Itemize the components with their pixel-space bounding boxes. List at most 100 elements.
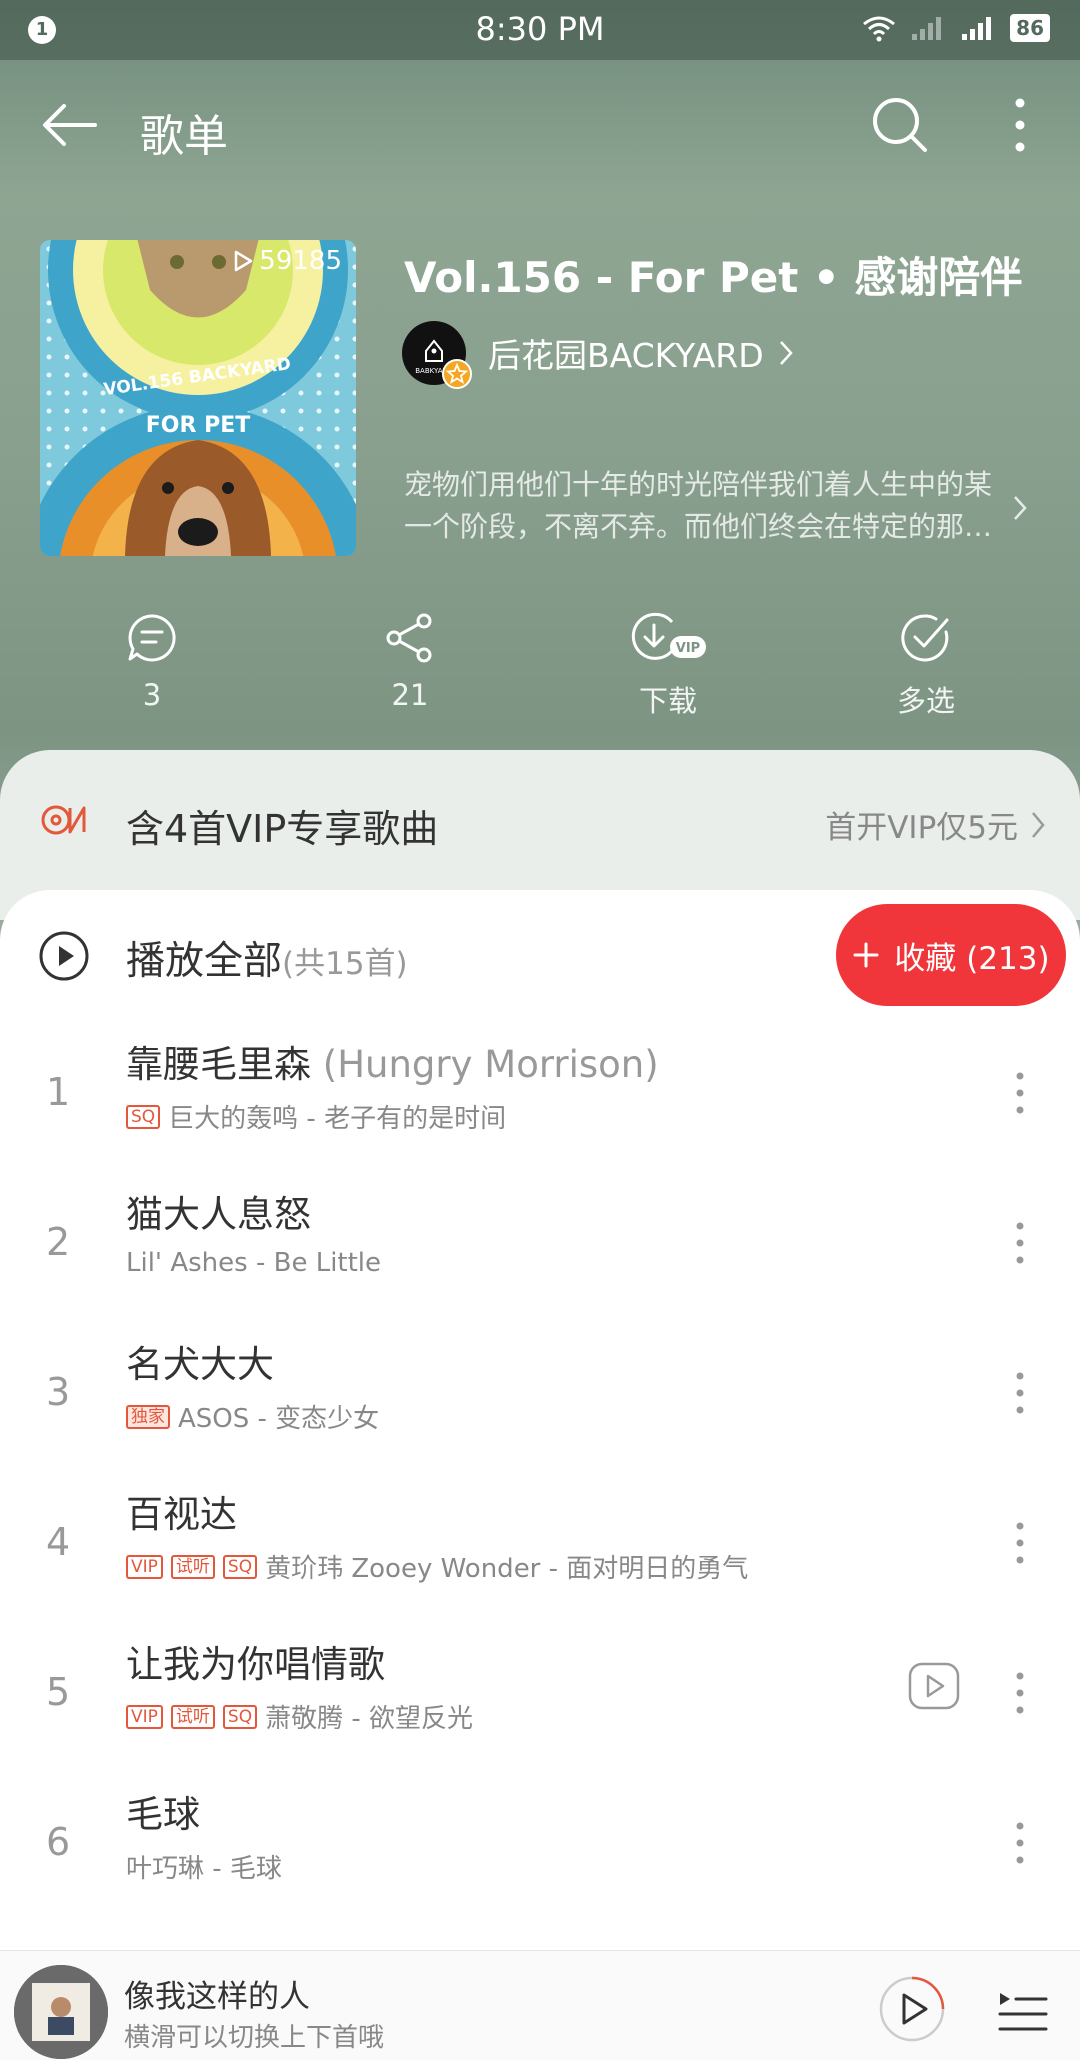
mv-play-icon[interactable] bbox=[908, 1660, 960, 1712]
song-row[interactable]: 6 毛球叶巧琳 - 毛球 bbox=[0, 1770, 1080, 1920]
now-playing-title: 像我这样的人 bbox=[124, 1979, 310, 2015]
play-all-row[interactable]: 播放全部(共15首) 收藏 (213) bbox=[0, 890, 1080, 1020]
now-playing-art bbox=[14, 1965, 108, 2059]
download-vip-icon: VIP bbox=[631, 612, 706, 660]
song-tag: SQ bbox=[222, 1704, 258, 1729]
song-tag: 试听 bbox=[170, 1704, 215, 1729]
download-button[interactable]: VIP 下载 bbox=[588, 612, 748, 720]
chevron-right-icon[interactable] bbox=[1012, 494, 1028, 522]
song-tag: SQ bbox=[222, 1554, 258, 1579]
playlist-description[interactable]: 宠物们用他们十年的时光陪伴我们着人生中的某一个阶段，不离不弃。而他们终会在特定的… bbox=[404, 464, 1004, 548]
song-row[interactable]: 3 名犬大大独家 ASOS - 变态少女 bbox=[0, 1320, 1080, 1470]
play-count: 59185 bbox=[233, 246, 342, 276]
wifi-icon bbox=[863, 16, 896, 42]
song-title-text: 毛球 bbox=[126, 1793, 200, 1836]
song-alias: (Hungry Morrison) bbox=[311, 1043, 659, 1086]
comment-icon bbox=[128, 614, 176, 662]
song-artist-album: 叶巧琳 - 毛球 bbox=[126, 1854, 282, 1884]
action-bar: 3 21 VIP 下载 多选 bbox=[0, 612, 1080, 722]
song-row[interactable]: 1 靠腰毛里森 (Hungry Morrison) SQ 巨大的轰鸣 - 老子有的是时… bbox=[0, 1020, 1080, 1170]
play-count-value: 59185 bbox=[259, 246, 342, 276]
status-bar: 1 8:30 PM 86 bbox=[0, 0, 1080, 60]
signal-icon bbox=[962, 17, 992, 40]
vip-promo-link[interactable]: 首开VIP仅5元 bbox=[825, 802, 1046, 847]
status-icons: 86 bbox=[862, 14, 1050, 42]
song-subtitle: SQ 巨大的轰鸣 - 老子有的是时间 bbox=[126, 1098, 506, 1135]
cover-art-image: VOL.156 BACKYARD FOR PET bbox=[40, 240, 356, 556]
song-subtitle: Lil' Ashes - Be Little bbox=[126, 1248, 381, 1278]
more-vertical-icon[interactable] bbox=[1000, 95, 1040, 155]
song-subtitle: VIP 试听 SQ 萧敬腾 - 欲望反光 bbox=[126, 1698, 473, 1735]
song-more-icon[interactable] bbox=[1006, 1818, 1034, 1868]
share-icon bbox=[386, 613, 432, 663]
song-title: 百视达 bbox=[126, 1484, 237, 1538]
song-artist-album: 巨大的轰鸣 - 老子有的是时间 bbox=[168, 1104, 507, 1134]
playlist-title: Vol.156 - For Pet • 感谢陪伴 bbox=[404, 253, 1023, 302]
play-all-label: 播放全部(共15首) bbox=[126, 930, 408, 986]
song-more-icon[interactable] bbox=[1006, 1518, 1034, 1568]
plus-icon bbox=[853, 942, 879, 968]
play-pause-icon[interactable] bbox=[878, 1975, 946, 2043]
song-row[interactable]: 5 让我为你唱情歌 VIP 试听 SQ 萧敬腾 - 欲望反光 bbox=[0, 1620, 1080, 1770]
song-more-icon[interactable] bbox=[1006, 1068, 1034, 1118]
song-index: 2 bbox=[46, 1220, 71, 1264]
back-arrow-icon[interactable] bbox=[40, 100, 100, 150]
song-title-text: 名犬大大 bbox=[126, 1343, 274, 1386]
song-title-text: 猫大人息怒 bbox=[126, 1193, 311, 1236]
mini-player[interactable]: 像我这样的人 横滑可以切换上下首哦 bbox=[0, 1950, 1080, 2060]
song-index: 4 bbox=[46, 1520, 71, 1564]
comment-button[interactable]: 3 bbox=[72, 612, 232, 712]
song-artist-album: 黄玠玮 Zooey Wonder - 面对明日的勇气 bbox=[265, 1554, 749, 1584]
song-more-icon[interactable] bbox=[1006, 1668, 1034, 1718]
creator-name: 后花园BACKYARD bbox=[488, 336, 764, 375]
vip-logo-icon bbox=[41, 805, 86, 835]
song-artist-album: ASOS - 变态少女 bbox=[178, 1404, 380, 1434]
svg-text:VIP: VIP bbox=[676, 641, 700, 656]
song-more-icon[interactable] bbox=[1006, 1368, 1034, 1418]
song-tag: 独家 bbox=[126, 1404, 170, 1429]
song-title: 让我为你唱情歌 bbox=[126, 1634, 385, 1688]
avatar: BABKYARD bbox=[402, 321, 472, 389]
play-circle-icon[interactable] bbox=[38, 930, 90, 982]
vip-promo-text: 首开VIP仅5元 bbox=[825, 810, 1018, 846]
song-row[interactable]: 4 百视达 VIP 试听 SQ 黄玠玮 Zooey Wonder - 面对明日的勇气 bbox=[0, 1470, 1080, 1620]
creator-link[interactable]: BABKYARD 后花园BACKYARD bbox=[402, 320, 794, 389]
vip-banner-text: 含4首VIP专享歌曲 bbox=[126, 807, 439, 851]
comment-count: 3 bbox=[142, 678, 162, 712]
song-tag: SQ bbox=[126, 1104, 161, 1129]
song-subtitle: 独家 ASOS - 变态少女 bbox=[126, 1398, 379, 1435]
play-outline-icon bbox=[235, 250, 253, 272]
share-button[interactable]: 21 bbox=[330, 612, 490, 712]
song-title-text: 让我为你唱情歌 bbox=[126, 1643, 385, 1686]
song-title: 名犬大大 bbox=[126, 1334, 274, 1388]
play-all-text: 播放全部 bbox=[126, 939, 283, 984]
multi-select-icon bbox=[901, 614, 949, 662]
song-row[interactable]: 2 猫大人息怒 Lil' Ashes - Be Little bbox=[0, 1170, 1080, 1320]
signal-icon bbox=[912, 17, 942, 40]
song-index: 1 bbox=[46, 1070, 71, 1114]
search-icon[interactable] bbox=[870, 95, 930, 155]
multi-select-button[interactable]: 多选 bbox=[846, 612, 1006, 720]
share-count: 21 bbox=[391, 678, 429, 712]
song-title: 靠腰毛里森 (Hungry Morrison) bbox=[126, 1034, 659, 1088]
song-tag: 试听 bbox=[170, 1554, 215, 1579]
multi-select-label: 多选 bbox=[896, 684, 955, 718]
collect-button[interactable]: 收藏 (213) bbox=[836, 904, 1066, 1006]
song-tag: VIP bbox=[126, 1704, 163, 1729]
song-index: 3 bbox=[46, 1370, 71, 1414]
song-index: 6 bbox=[46, 1820, 71, 1864]
cover-text-title: FOR PET bbox=[146, 413, 251, 438]
now-playing-cover[interactable] bbox=[14, 1965, 108, 2059]
song-artist-album: 萧敬腾 - 欲望反光 bbox=[265, 1704, 473, 1734]
playlist-queue-icon[interactable] bbox=[996, 1989, 1048, 2035]
song-title: 毛球 bbox=[126, 1784, 200, 1838]
song-subtitle: VIP 试听 SQ 黄玠玮 Zooey Wonder - 面对明日的勇气 bbox=[126, 1548, 748, 1585]
download-label: 下载 bbox=[638, 684, 697, 718]
song-list-panel: 播放全部(共15首) 收藏 (213) 1 靠腰毛里森 (Hungry Morri… bbox=[0, 890, 1080, 1950]
now-playing-hint: 横滑可以切换上下首哦 bbox=[124, 2023, 385, 2053]
battery-indicator: 86 bbox=[1010, 14, 1050, 42]
collect-label: 收藏 (213) bbox=[894, 940, 1050, 977]
playlist-cover[interactable]: VOL.156 BACKYARD FOR PET 59185 bbox=[40, 240, 356, 556]
page-title: 歌单 bbox=[140, 111, 228, 162]
song-more-icon[interactable] bbox=[1006, 1218, 1034, 1268]
